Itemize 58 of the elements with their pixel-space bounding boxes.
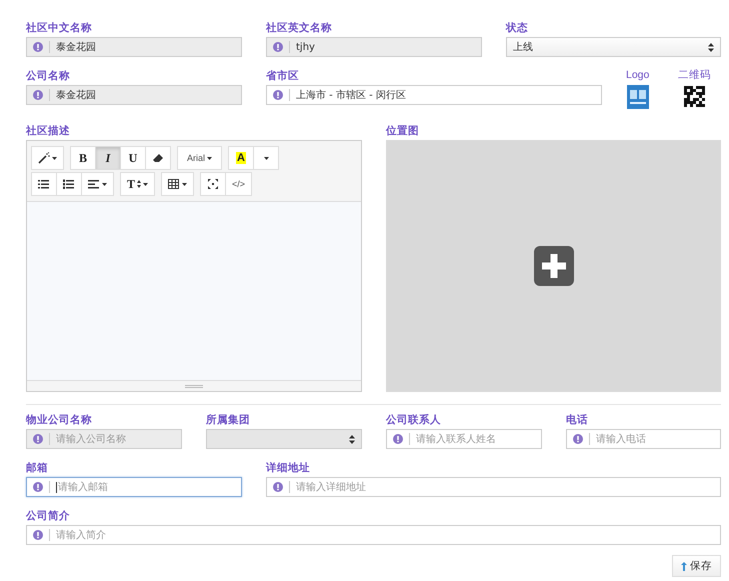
save-button[interactable]: 保存 — [672, 555, 721, 577]
input-field[interactable]: 上海市 - 市辖区 - 闵行区 — [266, 85, 602, 105]
info-icon — [573, 434, 583, 444]
bullet-list-icon — [38, 178, 50, 190]
field-label: 公司简介 — [26, 510, 70, 523]
info-icon — [33, 90, 43, 100]
info-icon — [33, 530, 43, 540]
align-button[interactable] — [81, 172, 114, 196]
info-icon — [273, 42, 283, 52]
resize-handle-icon[interactable] — [185, 384, 203, 388]
table-icon — [168, 178, 180, 190]
field-label: 位置图 — [386, 125, 420, 138]
underline-button[interactable]: U — [120, 146, 146, 170]
info-icon — [273, 482, 283, 492]
field-label: 社区英文名称 — [266, 22, 332, 35]
fullscreen-button[interactable] — [200, 172, 226, 196]
image-label: Logo — [626, 69, 650, 82]
wand-icon — [38, 152, 50, 164]
info-icon — [33, 434, 43, 444]
info-icon — [393, 434, 403, 444]
field-label: 物业公司名称 — [26, 414, 92, 427]
field-label: 邮箱 — [26, 462, 48, 475]
numbered-list-icon — [63, 178, 75, 190]
image-label: 二维码 — [678, 69, 711, 82]
field-label: 社区描述 — [26, 125, 71, 138]
highlight-button[interactable]: A — [228, 146, 254, 170]
fullscreen-icon — [207, 178, 220, 190]
numbered-list-button[interactable] — [56, 172, 82, 196]
table-button[interactable] — [161, 172, 194, 196]
plus-icon[interactable] — [534, 246, 574, 286]
field-label: 公司联系人 — [386, 414, 441, 427]
updown-icon — [708, 42, 714, 52]
info-icon — [273, 90, 283, 100]
upload-icon — [681, 562, 687, 570]
field-label: 公司名称 — [26, 70, 70, 83]
info-icon — [33, 42, 43, 52]
field-label: 省市区 — [266, 70, 299, 83]
bold-button[interactable]: B — [70, 146, 96, 170]
updown-icon — [349, 434, 355, 444]
wand-button[interactable] — [31, 146, 64, 170]
align-icon — [88, 178, 100, 190]
select-field[interactable]: 上线 — [506, 37, 721, 57]
font-button[interactable]: Arial — [177, 146, 222, 170]
eraser-button[interactable] — [145, 146, 171, 170]
font-size-button[interactable]: T — [120, 172, 156, 196]
eraser-icon — [152, 152, 164, 164]
code-view-button[interactable]: </> — [225, 172, 252, 196]
field-label: 详细地址 — [266, 462, 310, 475]
info-icon — [33, 482, 43, 492]
field-label: 电话 — [566, 414, 588, 427]
bullet-list-button[interactable] — [31, 172, 57, 196]
field-label: 所属集团 — [206, 414, 250, 427]
field-label: 社区中文名称 — [26, 22, 92, 35]
qr-code-image[interactable] — [684, 85, 705, 108]
italic-button[interactable]: I — [95, 146, 121, 170]
color-button[interactable] — [253, 146, 280, 170]
logo-image[interactable] — [626, 85, 649, 109]
field-label: 状态 — [506, 22, 528, 35]
